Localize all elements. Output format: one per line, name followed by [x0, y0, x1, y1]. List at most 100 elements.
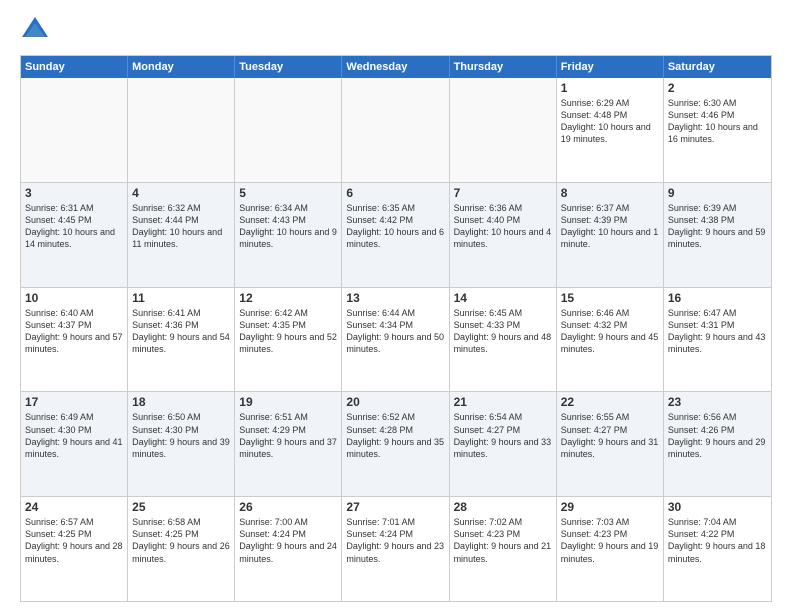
day-info: Sunrise: 6:46 AMSunset: 4:32 PMDaylight:… [561, 307, 659, 356]
day-cell: 9 Sunrise: 6:39 AMSunset: 4:38 PMDaylight… [664, 183, 771, 287]
day-info: Sunrise: 6:35 AMSunset: 4:42 PMDaylight:… [346, 202, 444, 251]
day-number: 6 [346, 186, 444, 200]
day-cell: 18 Sunrise: 6:50 AMSunset: 4:30 PMDayligh… [128, 392, 235, 496]
day-number: 9 [668, 186, 767, 200]
day-number: 26 [239, 500, 337, 514]
weekday-header: Tuesday [235, 56, 342, 78]
day-cell: 19 Sunrise: 6:51 AMSunset: 4:29 PMDayligh… [235, 392, 342, 496]
logo [20, 15, 55, 45]
calendar-row: 1 Sunrise: 6:29 AMSunset: 4:48 PMDaylight… [21, 78, 771, 182]
day-cell: 23Sunrise: 6:56 AMSunset: 4:26 PMDayligh… [664, 392, 771, 496]
day-cell: 5 Sunrise: 6:34 AMSunset: 4:43 PMDaylight… [235, 183, 342, 287]
weekday-header: Monday [128, 56, 235, 78]
day-info: Sunrise: 7:03 AMSunset: 4:23 PMDaylight:… [561, 516, 659, 565]
day-number: 25 [132, 500, 230, 514]
day-number: 24 [25, 500, 123, 514]
day-number: 8 [561, 186, 659, 200]
logo-icon [20, 15, 50, 45]
day-cell: 21Sunrise: 6:54 AMSunset: 4:27 PMDayligh… [450, 392, 557, 496]
day-cell: 2 Sunrise: 6:30 AMSunset: 4:46 PMDaylight… [664, 78, 771, 182]
calendar-header: SundayMondayTuesdayWednesdayThursdayFrid… [21, 56, 771, 78]
day-info: Sunrise: 6:29 AMSunset: 4:48 PMDaylight:… [561, 97, 659, 146]
weekday-header: Saturday [664, 56, 771, 78]
day-number: 2 [668, 81, 767, 95]
day-cell: 6 Sunrise: 6:35 AMSunset: 4:42 PMDaylight… [342, 183, 449, 287]
empty-cell [450, 78, 557, 182]
day-cell: 20 Sunrise: 6:52 AMSunset: 4:28 PMDayligh… [342, 392, 449, 496]
day-cell: 13 Sunrise: 6:44 AMSunset: 4:34 PMDayligh… [342, 288, 449, 392]
day-number: 17 [25, 395, 123, 409]
calendar-body: 1 Sunrise: 6:29 AMSunset: 4:48 PMDaylight… [21, 78, 771, 601]
day-cell: 28Sunrise: 7:02 AMSunset: 4:23 PMDayligh… [450, 497, 557, 601]
day-info: Sunrise: 6:31 AMSunset: 4:45 PMDaylight:… [25, 202, 123, 251]
day-info: Sunrise: 6:41 AMSunset: 4:36 PMDaylight:… [132, 307, 230, 356]
day-info: Sunrise: 6:34 AMSunset: 4:43 PMDaylight:… [239, 202, 337, 251]
day-number: 29 [561, 500, 659, 514]
day-number: 13 [346, 291, 444, 305]
day-cell: 12 Sunrise: 6:42 AMSunset: 4:35 PMDayligh… [235, 288, 342, 392]
day-number: 20 [346, 395, 444, 409]
day-number: 10 [25, 291, 123, 305]
empty-cell [235, 78, 342, 182]
weekday-header: Thursday [450, 56, 557, 78]
day-cell: 4 Sunrise: 6:32 AMSunset: 4:44 PMDaylight… [128, 183, 235, 287]
day-number: 27 [346, 500, 444, 514]
day-info: Sunrise: 6:50 AMSunset: 4:30 PMDaylight:… [132, 411, 230, 460]
day-info: Sunrise: 6:32 AMSunset: 4:44 PMDaylight:… [132, 202, 230, 251]
day-info: Sunrise: 6:37 AMSunset: 4:39 PMDaylight:… [561, 202, 659, 251]
day-info: Sunrise: 6:58 AMSunset: 4:25 PMDaylight:… [132, 516, 230, 565]
day-number: 1 [561, 81, 659, 95]
day-info: Sunrise: 6:56 AMSunset: 4:26 PMDaylight:… [668, 411, 767, 460]
day-info: Sunrise: 6:36 AMSunset: 4:40 PMDaylight:… [454, 202, 552, 251]
calendar-row: 17 Sunrise: 6:49 AMSunset: 4:30 PMDayligh… [21, 391, 771, 496]
day-cell: 24 Sunrise: 6:57 AMSunset: 4:25 PMDayligh… [21, 497, 128, 601]
day-info: Sunrise: 6:44 AMSunset: 4:34 PMDaylight:… [346, 307, 444, 356]
day-number: 18 [132, 395, 230, 409]
day-info: Sunrise: 7:00 AMSunset: 4:24 PMDaylight:… [239, 516, 337, 565]
day-info: Sunrise: 6:57 AMSunset: 4:25 PMDaylight:… [25, 516, 123, 565]
page: SundayMondayTuesdayWednesdayThursdayFrid… [0, 0, 792, 612]
calendar-row: 3 Sunrise: 6:31 AMSunset: 4:45 PMDaylight… [21, 182, 771, 287]
day-cell: 7Sunrise: 6:36 AMSunset: 4:40 PMDaylight… [450, 183, 557, 287]
day-number: 14 [454, 291, 552, 305]
day-cell: 11 Sunrise: 6:41 AMSunset: 4:36 PMDayligh… [128, 288, 235, 392]
day-cell: 17 Sunrise: 6:49 AMSunset: 4:30 PMDayligh… [21, 392, 128, 496]
day-info: Sunrise: 6:42 AMSunset: 4:35 PMDaylight:… [239, 307, 337, 356]
weekday-header: Friday [557, 56, 664, 78]
day-info: Sunrise: 6:52 AMSunset: 4:28 PMDaylight:… [346, 411, 444, 460]
day-cell: 29 Sunrise: 7:03 AMSunset: 4:23 PMDayligh… [557, 497, 664, 601]
day-cell: 8 Sunrise: 6:37 AMSunset: 4:39 PMDaylight… [557, 183, 664, 287]
day-info: Sunrise: 7:01 AMSunset: 4:24 PMDaylight:… [346, 516, 444, 565]
day-cell: 15 Sunrise: 6:46 AMSunset: 4:32 PMDayligh… [557, 288, 664, 392]
day-number: 5 [239, 186, 337, 200]
empty-cell [21, 78, 128, 182]
day-cell: 27 Sunrise: 7:01 AMSunset: 4:24 PMDayligh… [342, 497, 449, 601]
day-info: Sunrise: 6:51 AMSunset: 4:29 PMDaylight:… [239, 411, 337, 460]
day-info: Sunrise: 7:02 AMSunset: 4:23 PMDaylight:… [454, 516, 552, 565]
day-cell: 10 Sunrise: 6:40 AMSunset: 4:37 PMDayligh… [21, 288, 128, 392]
day-number: 12 [239, 291, 337, 305]
day-cell: 26 Sunrise: 7:00 AMSunset: 4:24 PMDayligh… [235, 497, 342, 601]
calendar-row: 10 Sunrise: 6:40 AMSunset: 4:37 PMDayligh… [21, 287, 771, 392]
calendar-row: 24 Sunrise: 6:57 AMSunset: 4:25 PMDayligh… [21, 496, 771, 601]
weekday-header: Sunday [21, 56, 128, 78]
day-cell: 16Sunrise: 6:47 AMSunset: 4:31 PMDayligh… [664, 288, 771, 392]
day-cell: 14Sunrise: 6:45 AMSunset: 4:33 PMDayligh… [450, 288, 557, 392]
day-info: Sunrise: 6:30 AMSunset: 4:46 PMDaylight:… [668, 97, 767, 146]
day-number: 19 [239, 395, 337, 409]
day-number: 11 [132, 291, 230, 305]
day-number: 4 [132, 186, 230, 200]
day-cell: 1 Sunrise: 6:29 AMSunset: 4:48 PMDaylight… [557, 78, 664, 182]
day-info: Sunrise: 6:54 AMSunset: 4:27 PMDaylight:… [454, 411, 552, 460]
day-info: Sunrise: 6:49 AMSunset: 4:30 PMDaylight:… [25, 411, 123, 460]
day-number: 3 [25, 186, 123, 200]
day-number: 15 [561, 291, 659, 305]
day-number: 16 [668, 291, 767, 305]
day-info: Sunrise: 6:39 AMSunset: 4:38 PMDaylight:… [668, 202, 767, 251]
calendar: SundayMondayTuesdayWednesdayThursdayFrid… [20, 55, 772, 602]
day-cell: 3 Sunrise: 6:31 AMSunset: 4:45 PMDaylight… [21, 183, 128, 287]
day-info: Sunrise: 6:40 AMSunset: 4:37 PMDaylight:… [25, 307, 123, 356]
day-info: Sunrise: 6:55 AMSunset: 4:27 PMDaylight:… [561, 411, 659, 460]
day-number: 30 [668, 500, 767, 514]
header [20, 15, 772, 45]
